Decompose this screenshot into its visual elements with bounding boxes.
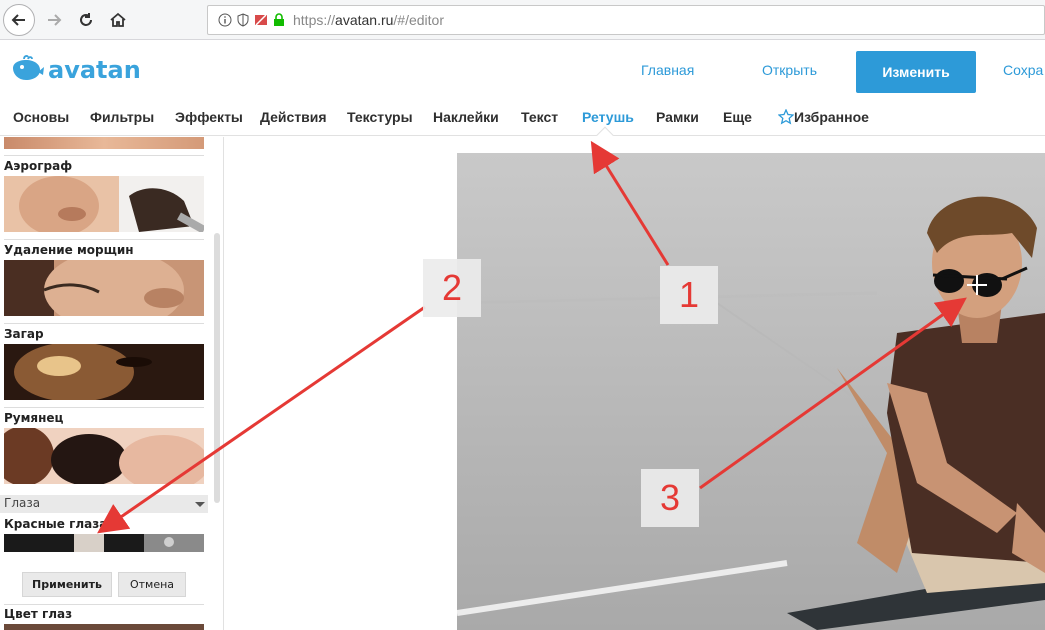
star-icon	[778, 109, 794, 125]
browser-toolbar: https://avatan.ru/#/editor	[0, 0, 1045, 40]
effect-label-blush: Румянец	[4, 411, 64, 425]
menu-item-stickers[interactable]: Наклейки	[433, 109, 499, 125]
photo-image	[457, 153, 1045, 630]
url-prefix: https://	[293, 12, 336, 28]
nav-link-home[interactable]: Главная	[641, 62, 694, 78]
section-label: Глаза	[4, 496, 41, 510]
divider	[4, 323, 204, 324]
menu-item-textures[interactable]: Текстуры	[347, 109, 413, 125]
effect-thumbnail-wrinkles[interactable]	[4, 260, 204, 316]
apply-button[interactable]: Применить	[22, 572, 112, 597]
avatan-logo[interactable]: avatan	[10, 54, 141, 86]
divider	[4, 155, 204, 156]
nav-link-save[interactable]: Сохра	[1003, 62, 1043, 78]
url-domain: avatan.ru	[335, 12, 394, 28]
home-icon	[110, 12, 126, 27]
tan-image	[4, 344, 204, 400]
menu-item-favorites[interactable]: Избранное	[778, 109, 869, 125]
site-header: avatan Главная Открыть Изменить Сохра	[0, 40, 1045, 100]
forward-button[interactable]	[38, 4, 70, 36]
effect-thumbnail-tan[interactable]	[4, 344, 204, 400]
cancel-button[interactable]: Отмена	[118, 572, 186, 597]
url-text: https://avatan.ru/#/editor	[293, 12, 444, 28]
annotation-label-2: 2	[423, 259, 481, 317]
annotation-label-1: 1	[660, 266, 718, 324]
effect-thumbnail-red-eyes[interactable]	[4, 534, 204, 552]
section-header-eyes[interactable]: Глаза	[0, 495, 208, 513]
shield-icon[interactable]	[237, 13, 249, 27]
divider	[4, 604, 204, 605]
wrinkles-image	[4, 260, 204, 316]
effect-label-red-eyes: Красные глаза	[4, 517, 108, 531]
divider	[4, 407, 204, 408]
logo-text: avatan	[48, 56, 141, 84]
arrow-left-icon	[11, 14, 25, 26]
info-icon[interactable]	[218, 13, 232, 27]
effect-thumbnail[interactable]	[4, 137, 204, 149]
menu-item-more[interactable]: Еще	[723, 109, 752, 125]
edited-photo[interactable]	[457, 153, 1045, 630]
effect-thumbnail-eye-color[interactable]	[4, 624, 204, 630]
blush-image	[4, 428, 204, 484]
url-path: /#/editor	[393, 12, 444, 28]
annotation-label-3: 3	[641, 469, 699, 527]
nav-link-open[interactable]: Открыть	[762, 62, 817, 78]
sidebar-scrollbar[interactable]	[214, 233, 220, 503]
effect-label-eye-color: Цвет глаз	[4, 607, 73, 621]
menu-item-actions[interactable]: Действия	[260, 109, 327, 125]
effect-thumbnail-blush[interactable]	[4, 428, 204, 484]
reload-button[interactable]	[70, 4, 102, 36]
menu-item-filters[interactable]: Фильтры	[90, 109, 154, 125]
red-eyes-image	[4, 534, 204, 552]
whale-icon	[13, 55, 44, 80]
airbrush-image	[4, 176, 204, 232]
effect-label-wrinkles: Удаление морщин	[4, 243, 134, 257]
menu-item-frames[interactable]: Рамки	[656, 109, 699, 125]
reload-icon	[80, 13, 92, 26]
address-bar[interactable]: https://avatan.ru/#/editor	[207, 5, 1045, 35]
arrow-right-icon	[48, 14, 62, 26]
menu-item-effects[interactable]: Эффекты	[175, 109, 243, 125]
lock-icon[interactable]	[273, 13, 285, 27]
effects-sidebar: Аэрограф Удаление морщин Загар Румянец Г…	[0, 137, 224, 630]
effect-label-tan: Загар	[4, 327, 44, 341]
effect-label-airbrush: Аэрограф	[4, 159, 73, 173]
menu-item-retouch[interactable]: Ретушь	[582, 109, 634, 125]
back-button[interactable]	[3, 4, 35, 36]
editor-menu: Основы Фильтры Эффекты Действия Текстуры…	[0, 100, 1045, 144]
favorites-label: Избранное	[794, 109, 869, 125]
menu-item-basics[interactable]: Основы	[13, 109, 69, 125]
effect-thumbnail-airbrush[interactable]	[4, 176, 204, 232]
menu-item-text[interactable]: Текст	[521, 109, 558, 125]
caret-down-icon	[195, 502, 205, 507]
home-button[interactable]	[102, 4, 134, 36]
blocked-content-icon[interactable]	[254, 13, 268, 27]
edit-button[interactable]: Изменить	[856, 51, 976, 93]
divider	[4, 239, 204, 240]
